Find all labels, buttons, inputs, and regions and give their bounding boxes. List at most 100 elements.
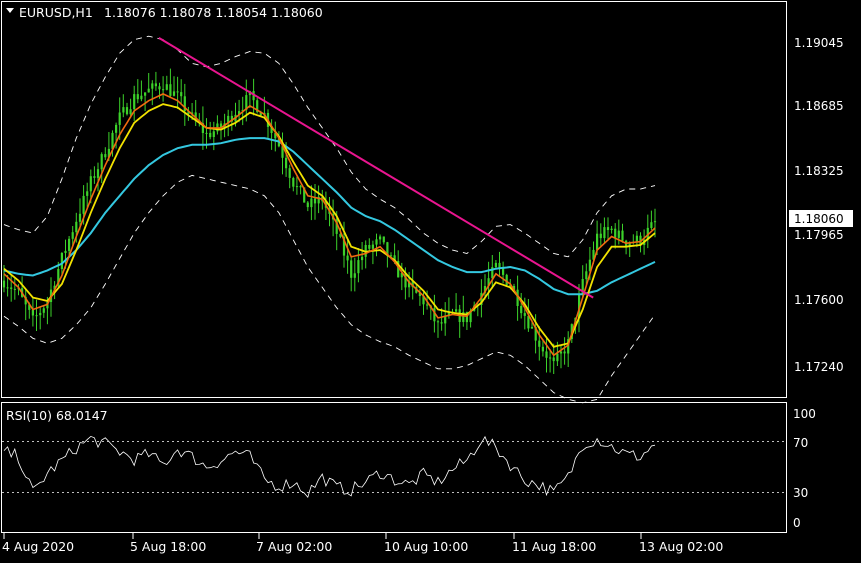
candle-body <box>523 313 526 316</box>
ohlc-values: 1.18076 1.18078 1.18054 1.18060 <box>104 5 323 20</box>
candle-body <box>426 304 429 306</box>
candle-body <box>440 322 443 324</box>
candle-body <box>614 228 617 238</box>
candle-body <box>10 287 13 289</box>
price-tick: 1.17600 <box>794 293 844 307</box>
candle-body <box>100 154 103 170</box>
time-label: 7 Aug 02:00 <box>256 539 332 554</box>
rsi-tick: 70 <box>793 436 808 450</box>
current-price-label: 1.18060 <box>794 212 844 226</box>
candle-body <box>71 232 74 239</box>
candle-body <box>610 228 613 230</box>
candle-body <box>176 91 179 93</box>
rsi-tick: 30 <box>793 486 808 500</box>
price-axis: 1.19045 1.18685 1.18325 1.17965 1.17600 … <box>794 36 844 374</box>
candle-body <box>563 351 566 354</box>
candle-body <box>650 222 653 228</box>
candle-body <box>596 233 599 250</box>
candle-body <box>382 236 385 243</box>
candle-body <box>118 112 121 125</box>
current-price-badge: 1.18060 <box>789 210 853 227</box>
candles <box>2 68 657 374</box>
candle-body <box>39 312 42 316</box>
candle-body <box>552 357 555 362</box>
candle-body <box>357 260 360 274</box>
candle-body <box>350 260 353 278</box>
candle-body <box>368 245 371 249</box>
candle-body <box>455 309 458 312</box>
candle-body <box>140 95 143 100</box>
candle-body <box>104 154 107 158</box>
candle-body <box>6 287 9 289</box>
candle-body <box>154 83 157 87</box>
candle-body <box>306 202 309 208</box>
rsi-line <box>3 435 656 499</box>
candle-body <box>122 107 125 113</box>
candle-body <box>599 233 602 239</box>
trendline[interactable] <box>158 37 594 299</box>
candle-body <box>603 227 606 239</box>
rsi-panel-frame <box>1 402 787 533</box>
candle-body <box>147 88 150 93</box>
candle-body <box>361 256 364 261</box>
chart-window[interactable]: EURUSD,H1 1.18076 1.18078 1.18054 1.1806… <box>0 0 861 559</box>
rsi-indicator <box>2 435 786 499</box>
symbol-timeframe: EURUSD,H1 <box>19 5 93 20</box>
candle-body <box>538 340 541 347</box>
candle-body <box>371 244 374 249</box>
candle-body <box>621 230 624 241</box>
candle-body <box>545 351 548 358</box>
candle-body <box>89 176 92 192</box>
candle-body <box>133 94 136 110</box>
candle-body <box>64 250 67 253</box>
candle-body <box>180 92 183 97</box>
candle-body <box>136 94 139 100</box>
candle-body <box>75 221 78 233</box>
candle-body <box>505 274 508 285</box>
candle-body <box>162 89 165 91</box>
time-label: 4 Aug 2020 <box>2 539 74 554</box>
time-label: 11 Aug 18:00 <box>512 539 596 554</box>
candle-body <box>82 195 85 214</box>
candle-body <box>346 255 349 261</box>
candle-body <box>617 230 620 238</box>
candle-body <box>125 107 129 115</box>
candle-body <box>292 178 295 187</box>
candle-body <box>129 109 132 115</box>
candle-body <box>310 198 313 208</box>
candle-body <box>436 321 440 323</box>
candle-body <box>93 176 96 178</box>
trendline-group[interactable] <box>158 37 594 299</box>
candle-body <box>60 253 63 269</box>
candle-body <box>375 239 378 245</box>
time-label: 5 Aug 18:00 <box>130 539 206 554</box>
candle-body <box>585 271 588 280</box>
candle-body <box>606 227 610 230</box>
candle-body <box>295 186 299 188</box>
candle-body <box>172 91 176 96</box>
candle-body <box>169 84 172 96</box>
main-chart-frame <box>1 1 787 398</box>
candle-body <box>494 262 497 268</box>
candle-body <box>541 346 544 352</box>
candle-body <box>556 353 559 362</box>
candle-body <box>96 169 100 178</box>
candle-body <box>559 351 563 354</box>
candle-body <box>144 92 147 96</box>
candle-body <box>151 83 154 89</box>
price-tick: 1.19045 <box>794 36 844 50</box>
time-axis: 4 Aug 2020 5 Aug 18:00 7 Aug 02:00 10 Au… <box>2 533 723 554</box>
candle-body <box>78 213 82 222</box>
chart-canvas[interactable]: EURUSD,H1 1.18076 1.18078 1.18054 1.1806… <box>0 0 861 559</box>
candle-body <box>209 132 212 138</box>
symbol-dropdown-icon[interactable] <box>6 8 14 13</box>
candle-body <box>205 132 208 134</box>
candle-body <box>158 86 161 90</box>
candle-body <box>86 191 89 196</box>
candle-body <box>31 309 34 316</box>
candle-body <box>530 327 534 329</box>
candle-body <box>68 238 71 251</box>
candle-body <box>299 186 302 188</box>
price-tick: 1.18325 <box>794 164 844 178</box>
rsi-label: RSI(10) 68.0147 <box>6 408 108 423</box>
